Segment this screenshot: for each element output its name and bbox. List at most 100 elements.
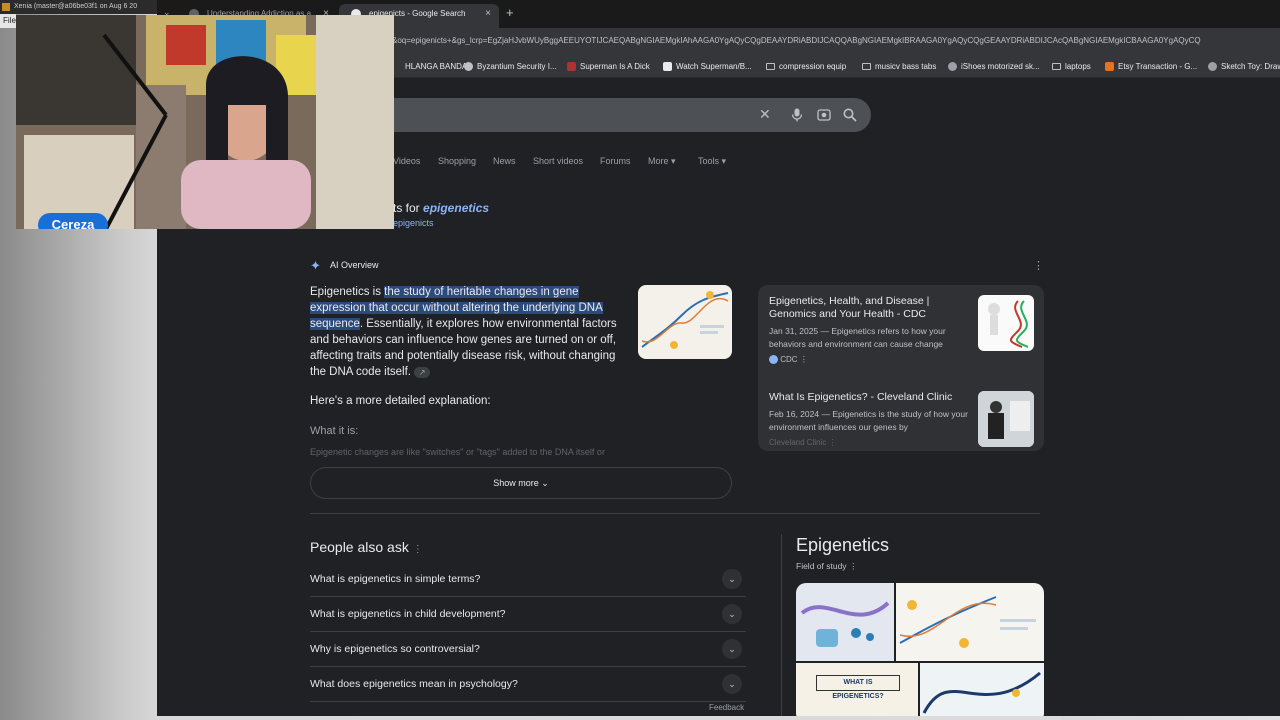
show-more-button[interactable]: Show more ⌄ [310,467,732,499]
more-options-icon[interactable]: ⋮ [800,355,808,364]
tab-videos[interactable]: Videos [393,156,420,166]
source-site: Cleveland Clinic ⋮ [769,438,969,447]
tab-short-videos[interactable]: Short videos [533,156,583,166]
new-tab-button[interactable]: + [506,5,514,20]
people-also-ask-heading: People also ask ⋮ [310,539,423,555]
streamer-name-badge: Cereza [38,213,108,229]
source-snippet: Feb 16, 2024 — Epigenetics is the study … [769,409,968,432]
tab-forums[interactable]: Forums [600,156,631,166]
search-icon[interactable] [843,108,857,122]
feedback-link[interactable]: Feedback [709,703,744,712]
knowledge-panel-images: WHAT IS EPIGENETICS? [796,583,1044,716]
detailed-explanation-heading: Here's a more detailed explanation: [310,395,491,407]
source-title[interactable]: What Is Epigenetics? - Cleveland Clinic [769,391,969,404]
microphone-icon[interactable] [791,108,803,122]
tab-news[interactable]: News [493,156,516,166]
paa-question: What is epigenetics in simple terms? [310,573,481,585]
kp-image-4[interactable] [920,663,1044,716]
folder-icon [766,63,775,70]
bookmark-label: laptops [1065,62,1091,71]
folder-icon [862,63,871,70]
terminal-title-bar[interactable]: Xenia (master@a06be03f1 on Aug 6 20 [0,0,160,14]
chevron-down-icon[interactable]: ⌄ [722,674,742,694]
bookmark-label: musicv bass tabs [875,62,937,71]
search-input[interactable]: ✕ [377,98,871,132]
source-card-cdc[interactable]: Epigenetics, Health, and Disease | Genom… [769,295,969,365]
bookmark-item[interactable]: HLANGA BANDA [392,61,467,73]
what-it-is-heading: What it is: [310,425,359,437]
folder-icon [1052,63,1061,70]
wordpress-icon [464,62,473,71]
dna-diagram-icon [899,596,1036,648]
tab-shopping[interactable]: Shopping [438,156,476,166]
paa-question-row[interactable]: What does epigenetics mean in psychology… [310,667,746,702]
chevron-down-icon[interactable]: ⌄ [722,569,742,589]
more-options-icon[interactable]: ⋮ [849,561,858,571]
chevron-down-icon[interactable]: ⌄ [722,639,742,659]
more-options-icon[interactable]: ⋮ [413,544,423,555]
dna-illustration-icon [641,291,729,349]
url-text[interactable]: &oq=epigenicts+&gs_lcrp=EgZjaHJvbWUyBggA… [392,36,1280,50]
clear-icon[interactable]: ✕ [759,106,771,123]
showing-results-for: ts for epigenetics [393,201,489,215]
more-options-icon[interactable]: ⋮ [1033,259,1044,272]
dna-diagram-thumbnail[interactable] [638,285,732,359]
source-snippet: Jan 31, 2025 — Epigenetics refers to how… [769,326,946,349]
bookmark-item[interactable]: iShoes motorized sk... [948,61,1040,73]
knowledge-panel-title: Epigenetics [796,535,890,555]
kp-image-3[interactable]: WHAT IS EPIGENETICS? [796,663,918,716]
bookmark-folder[interactable]: compression equip [766,61,846,73]
bookmark-folder[interactable]: musicv bass tabs [862,61,936,73]
bookmark-item[interactable]: Superman Is A Dick [567,61,650,73]
kp-image-1[interactable] [796,583,894,661]
bookmark-label: Etsy Transaction - G... [1118,62,1198,71]
bookmark-folder[interactable]: laptops [1052,61,1091,73]
sparkle-icon: ✦ [310,258,321,273]
source-thumbnail-cleveland[interactable] [978,391,1034,447]
globe-icon [1208,62,1217,71]
link-icon[interactable]: ↗ [414,367,431,378]
more-options-icon[interactable]: ⋮ [829,438,837,447]
paa-question-row[interactable]: What is epigenetics in simple terms? ⌄ [310,562,746,597]
camera-search-icon[interactable] [817,108,831,122]
etsy-icon [1105,62,1114,71]
paa-question-row[interactable]: What is epigenetics in child development… [310,597,746,632]
paa-question: What does epigenetics mean in psychology… [310,678,518,690]
source-title[interactable]: Epigenetics, Health, and Disease | Genom… [769,295,969,321]
terminal-file-menu[interactable]: File [0,14,16,28]
bookmark-item[interactable]: Byzantium Security I... [464,61,557,73]
kp-image-caption: WHAT IS EPIGENETICS? [816,675,900,700]
bookmark-label: Watch Superman/B... [676,62,752,71]
bookmark-label: iShoes motorized sk... [961,62,1040,71]
person-photo-icon [978,391,1034,447]
image-icon [567,62,576,71]
source-thumbnail-cdc[interactable] [978,295,1034,351]
ai-sources-panel: Epigenetics, Health, and Disease | Genom… [758,285,1044,451]
chromosome-diagram-icon [800,601,890,647]
terminal-title: Xenia (master@a06be03f1 on Aug 6 20 [14,3,138,10]
bookmark-item[interactable]: Watch Superman/B... [663,61,752,73]
search-instead-link[interactable]: epigenicts [393,218,434,228]
close-icon[interactable]: × [485,4,491,24]
bookmark-item[interactable]: Etsy Transaction - G... [1105,61,1197,73]
paa-question: What is epigenetics in child development… [310,608,506,620]
kp-image-2[interactable] [896,583,1044,661]
bookmark-label: Byzantium Security I... [477,62,557,71]
ai-text-pre: Epigenetics is [310,286,385,298]
ai-overview-label: AI Overview [330,260,379,270]
section-divider [310,513,1040,514]
dna-figure-icon [988,300,1029,348]
paa-question-row[interactable]: Why is epigenetics so controversial? ⌄ [310,632,746,667]
tab-more[interactable]: More ▾ [648,156,676,167]
tab-tools[interactable]: Tools ▾ [698,156,726,167]
bookmark-label: compression equip [779,62,847,71]
corrected-query-link[interactable]: epigenetics [423,201,489,215]
chevron-down-icon[interactable]: ⌄ [722,604,742,624]
source-card-cleveland[interactable]: What Is Epigenetics? - Cleveland Clinic … [769,391,969,447]
bookmark-item[interactable]: Sketch Toy: Draw [1208,61,1280,73]
results-prefix: ts for [393,201,424,215]
webcam-overlay: Cereza [16,15,394,229]
knowledge-panel-subtitle: Field of study ⋮ [796,561,857,572]
source-site-name: Cleveland Clinic [769,438,827,447]
bookmark-label: HLANGA BANDA [405,62,468,71]
